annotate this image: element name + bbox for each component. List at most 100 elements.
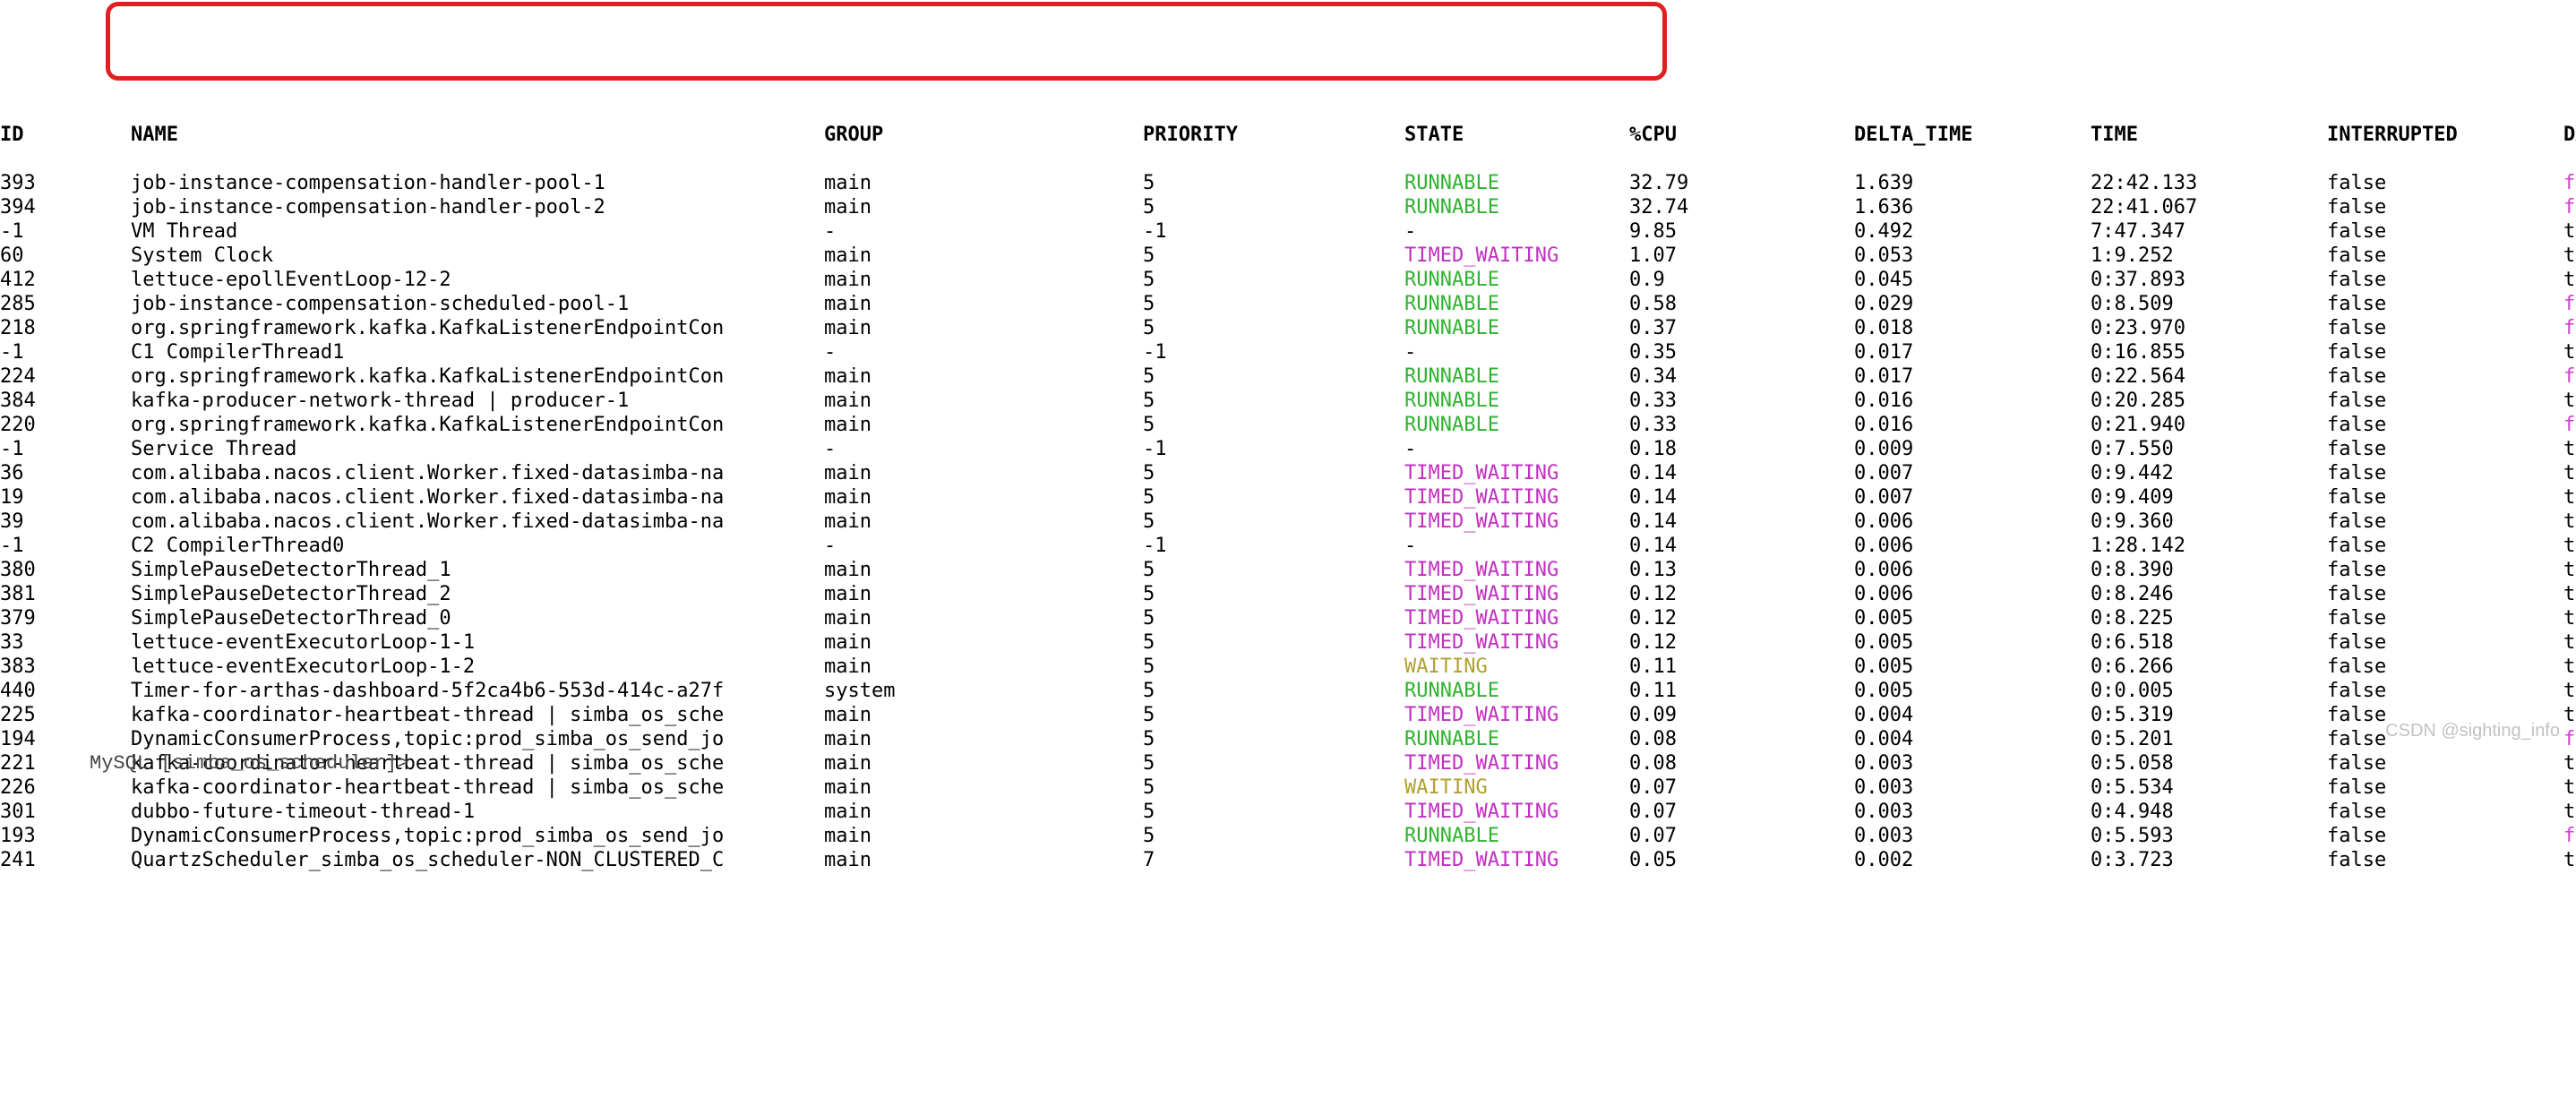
cell-id: 33 [0,630,131,655]
cell-group: main [824,824,1143,848]
cell-name: dubbo-future-timeout-thread-1 [131,800,824,824]
thread-row[interactable]: 380SimplePauseDetectorThread_1main5TIMED… [0,558,2576,582]
thread-row[interactable]: 193DynamicConsumerProcess,topic:prod_sim… [0,824,2576,848]
thread-row[interactable]: 412lettuce-epollEventLoop-12-2main5RUNNA… [0,268,2576,292]
cell-daemon: true [2563,582,2576,606]
cell-delta: 0.016 [1854,389,2091,413]
cell-delta: 0.492 [1854,219,2091,244]
cell-interrupted: false [2327,534,2563,558]
thread-row[interactable]: 224org.springframework.kafka.KafkaListen… [0,364,2576,389]
thread-row[interactable]: 384kafka-producer-network-thread | produ… [0,389,2576,413]
thread-row[interactable]: 241QuartzScheduler_simba_os_scheduler-NO… [0,848,2576,872]
cell-daemon: true [2563,630,2576,655]
thread-row[interactable]: 226kafka-coordinator-heartbeat-thread | … [0,776,2576,800]
thread-row[interactable]: -1VM Thread--1-9.850.4927:47.347falsetru… [0,219,2576,244]
cell-state: RUNNABLE [1404,316,1629,340]
cell-time: 0:23.970 [2091,316,2327,340]
cell-priority: 5 [1143,461,1404,485]
cell-daemon: true [2563,510,2576,534]
cell-group: main [824,727,1143,751]
header-delta-time[interactable]: DELTA_TIME [1854,123,2091,147]
cell-state: TIMED_WAITING [1404,582,1629,606]
cell-id: 241 [0,848,131,872]
header-cpu[interactable]: %CPU [1629,123,1854,147]
thread-row[interactable]: -1Service Thread--1-0.180.0090:7.550fals… [0,437,2576,461]
cell-group: - [824,534,1143,558]
cell-time: 0:8.225 [2091,606,2327,630]
cell-group: main [824,316,1143,340]
header-daemon[interactable]: DAEMON [2563,123,2576,147]
header-time[interactable]: TIME [2091,123,2327,147]
thread-row[interactable]: 60System Clockmain5TIMED_WAITING1.070.05… [0,244,2576,268]
cell-priority: 5 [1143,316,1404,340]
cell-delta: 1.639 [1854,171,2091,195]
cell-state: RUNNABLE [1404,824,1629,848]
thread-row[interactable]: 194DynamicConsumerProcess,topic:prod_sim… [0,727,2576,751]
cell-priority: 5 [1143,558,1404,582]
header-priority[interactable]: PRIORITY [1143,123,1404,147]
cell-cpu: 0.14 [1629,461,1854,485]
cell-cpu: 0.13 [1629,558,1854,582]
cell-name: SimplePauseDetectorThread_0 [131,606,824,630]
thread-row[interactable]: 301dubbo-future-timeout-thread-1main5TIM… [0,800,2576,824]
cell-id: 224 [0,364,131,389]
cell-time: 0:22.564 [2091,364,2327,389]
cell-state: RUNNABLE [1404,268,1629,292]
cell-priority: 5 [1143,776,1404,800]
thread-row[interactable]: 19com.alibaba.nacos.client.Worker.fixed-… [0,485,2576,510]
cell-delta: 0.006 [1854,558,2091,582]
thread-row[interactable]: 285job-instance-compensation-scheduled-p… [0,292,2576,316]
thread-row[interactable]: 381SimplePauseDetectorThread_2main5TIMED… [0,582,2576,606]
cell-name: Timer-for-arthas-dashboard-5f2ca4b6-553d… [131,679,824,703]
thread-row[interactable]: 33lettuce-eventExecutorLoop-1-1main5TIME… [0,630,2576,655]
cell-interrupted: false [2327,340,2563,364]
thread-row[interactable]: 379SimplePauseDetectorThread_0main5TIMED… [0,606,2576,630]
cell-delta: 0.016 [1854,413,2091,437]
thread-row[interactable]: -1C1 CompilerThread1--1-0.350.0170:16.85… [0,340,2576,364]
cell-priority: 5 [1143,413,1404,437]
cell-state: TIMED_WAITING [1404,558,1629,582]
header-group[interactable]: GROUP [824,123,1143,147]
cell-name: com.alibaba.nacos.client.Worker.fixed-da… [131,461,824,485]
cell-interrupted: false [2327,582,2563,606]
cell-daemon: false [2563,364,2576,389]
cell-id: -1 [0,340,131,364]
cell-cpu: 0.12 [1629,606,1854,630]
cell-group: main [824,630,1143,655]
cell-interrupted: false [2327,751,2563,776]
cell-state: RUNNABLE [1404,364,1629,389]
cell-id: 383 [0,655,131,679]
cell-group: main [824,655,1143,679]
cell-cpu: 0.08 [1629,727,1854,751]
cell-priority: 5 [1143,244,1404,268]
thread-row[interactable]: 383lettuce-eventExecutorLoop-1-2main5WAI… [0,655,2576,679]
cell-time: 0:4.948 [2091,800,2327,824]
header-id[interactable]: ID [0,123,131,147]
cell-cpu: 0.33 [1629,413,1854,437]
thread-row[interactable]: 440Timer-for-arthas-dashboard-5f2ca4b6-5… [0,679,2576,703]
thread-row[interactable]: 39com.alibaba.nacos.client.Worker.fixed-… [0,510,2576,534]
header-interrupted[interactable]: INTERRUPTED [2327,123,2563,147]
cell-interrupted: false [2327,437,2563,461]
thread-row[interactable]: 218org.springframework.kafka.KafkaListen… [0,316,2576,340]
cell-interrupted: false [2327,776,2563,800]
cell-daemon: false [2563,727,2576,751]
thread-row[interactable]: 225kafka-coordinator-heartbeat-thread | … [0,703,2576,727]
header-state[interactable]: STATE [1404,123,1629,147]
thread-row[interactable]: 393job-instance-compensation-handler-poo… [0,171,2576,195]
thread-row[interactable]: 394job-instance-compensation-handler-poo… [0,195,2576,219]
cell-cpu: 0.07 [1629,824,1854,848]
cell-cpu: 0.37 [1629,316,1854,340]
cell-priority: 5 [1143,824,1404,848]
cell-daemon: true [2563,655,2576,679]
header-name[interactable]: NAME [131,123,824,147]
cell-delta: 0.045 [1854,268,2091,292]
thread-row[interactable]: 220org.springframework.kafka.KafkaListen… [0,413,2576,437]
thread-row[interactable]: -1C2 CompilerThread0--1-0.140.0061:28.14… [0,534,2576,558]
cell-daemon: true [2563,461,2576,485]
cell-delta: 0.018 [1854,316,2091,340]
cell-time: 0:3.723 [2091,848,2327,872]
thread-row[interactable]: 36com.alibaba.nacos.client.Worker.fixed-… [0,461,2576,485]
cell-priority: 5 [1143,703,1404,727]
cell-name: C2 CompilerThread0 [131,534,824,558]
